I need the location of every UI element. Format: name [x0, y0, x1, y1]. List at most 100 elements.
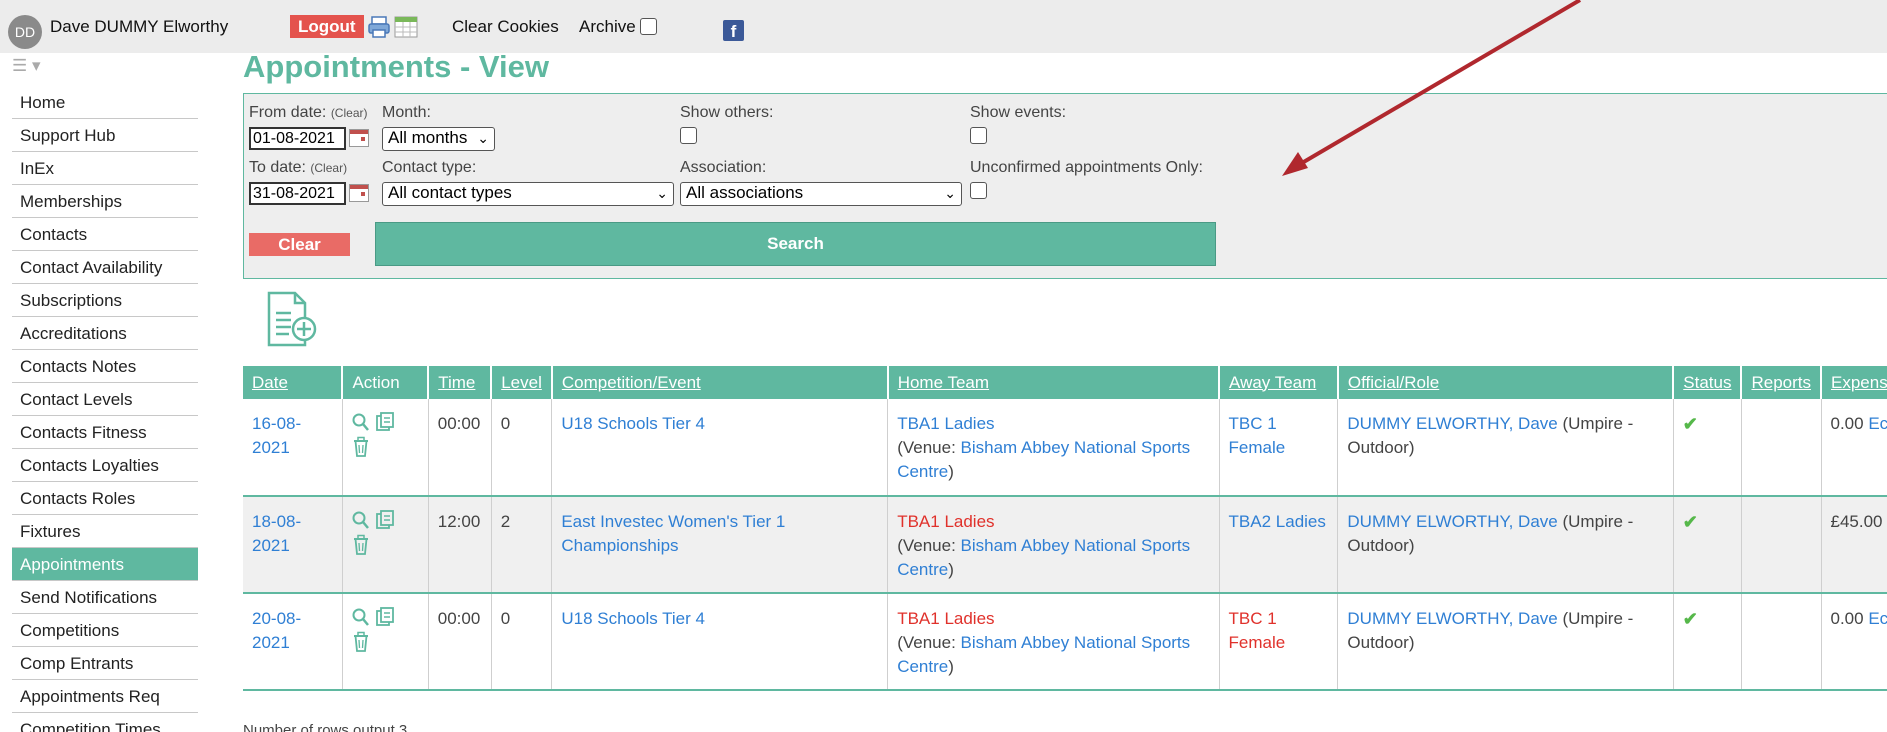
sidebar-item-fixtures[interactable]: Fixtures	[12, 515, 198, 548]
archive-checkbox[interactable]	[640, 18, 657, 35]
view-icon[interactable]	[352, 412, 370, 432]
home-team-link[interactable]: TBA1 Ladies	[897, 512, 994, 531]
facebook-icon[interactable]: f	[723, 20, 744, 41]
sidebar-item-competition-times[interactable]: Competition Times	[12, 713, 198, 732]
sidebar-item-inex[interactable]: InEx	[12, 152, 198, 185]
competition-link[interactable]: U18 Schools Tier 4	[561, 414, 705, 433]
home-team-link[interactable]: TBA1 Ladies	[897, 414, 994, 433]
role-text: Outdoor)	[1347, 438, 1415, 457]
sidebar-item-home[interactable]: Home	[12, 86, 198, 119]
delete-icon[interactable]	[352, 436, 370, 458]
date-link[interactable]: 2021	[252, 633, 290, 652]
sidebar-item-support-hub[interactable]: Support Hub	[12, 119, 198, 152]
show-events-checkbox[interactable]	[970, 127, 987, 144]
unconfirmed-checkbox[interactable]	[970, 182, 987, 199]
sidebar-item-contacts-roles[interactable]: Contacts Roles	[12, 482, 198, 515]
from-date-calendar-icon[interactable]	[349, 129, 369, 147]
date-link[interactable]: 2021	[252, 536, 290, 555]
sidebar-item-send-notifications[interactable]: Send Notifications	[12, 581, 198, 614]
to-date-calendar-icon[interactable]	[349, 184, 369, 202]
view-icon[interactable]	[352, 510, 370, 530]
clear-button[interactable]: Clear	[249, 233, 350, 256]
away-team-link[interactable]: Female	[1229, 438, 1286, 457]
sidebar-item-subscriptions[interactable]: Subscriptions	[12, 284, 198, 317]
date-link[interactable]: 2021	[252, 438, 290, 457]
sidebar-item-contacts-fitness[interactable]: Contacts Fitness	[12, 416, 198, 449]
header-level[interactable]: Level	[491, 366, 553, 399]
venue-link[interactable]: Bisham Abbey National Sports	[961, 438, 1191, 457]
from-date-input[interactable]: 01-08-2021	[249, 127, 346, 150]
competition-link[interactable]: East Investec Women's Tier 1	[561, 512, 785, 531]
spreadsheet-export-icon[interactable]	[393, 15, 419, 39]
date-link[interactable]: 20-08-	[252, 609, 301, 628]
sidebar-item-appointments[interactable]: Appointments	[12, 548, 198, 581]
association-select[interactable]: All associations ⌄	[680, 182, 962, 206]
date-link[interactable]: 16-08-	[252, 414, 301, 433]
print-icon[interactable]	[367, 15, 391, 39]
avatar[interactable]: DD	[8, 15, 42, 49]
expenses-link[interactable]: Ec	[1868, 609, 1887, 628]
sidebar-item-contact-levels[interactable]: Contact Levels	[12, 383, 198, 416]
sidebar-item-contacts-notes[interactable]: Contacts Notes	[12, 350, 198, 383]
competition-link[interactable]: U18 Schools Tier 4	[561, 609, 705, 628]
header-date[interactable]: Date	[243, 366, 344, 399]
logout-button[interactable]: Logout	[290, 15, 364, 38]
away-team-link[interactable]: TBC 1	[1229, 609, 1277, 628]
edit-icon[interactable]	[375, 607, 395, 627]
official-link[interactable]: DUMMY ELWORTHY, Dave	[1347, 512, 1557, 531]
official-link[interactable]: DUMMY ELWORTHY, Dave	[1347, 609, 1557, 628]
venue-link[interactable]: Bisham Abbey National Sports	[961, 536, 1191, 555]
header-official-role[interactable]: Official/Role	[1337, 366, 1675, 399]
edit-icon[interactable]	[375, 510, 395, 530]
header-home-team[interactable]: Home Team	[887, 366, 1221, 399]
show-others-checkbox[interactable]	[680, 127, 697, 144]
to-date-clear-link[interactable]: (Clear)	[310, 161, 347, 175]
search-button[interactable]: Search	[375, 222, 1216, 266]
header-time[interactable]: Time	[428, 366, 493, 399]
from-date-clear-link[interactable]: (Clear)	[331, 106, 368, 120]
date-cell[interactable]: 16-08- 2021	[243, 399, 343, 497]
contact-type-select-value: All contact types	[388, 183, 512, 202]
to-date-input[interactable]: 31-08-2021	[249, 182, 346, 205]
away-team-link[interactable]: Female	[1229, 633, 1286, 652]
expenses-value: £45.00	[1830, 512, 1883, 531]
date-cell[interactable]: 20-08- 2021	[243, 593, 343, 691]
sidebar-item-contacts-loyalties[interactable]: Contacts Loyalties	[12, 449, 198, 482]
contact-type-select[interactable]: All contact types ⌄	[382, 182, 674, 206]
delete-icon[interactable]	[352, 631, 370, 653]
sidebar-item-competitions[interactable]: Competitions	[12, 614, 198, 647]
away-team-link[interactable]: TBA2 Ladies	[1229, 512, 1326, 531]
venue-link[interactable]: Centre	[897, 560, 948, 579]
header-expenses[interactable]: Expens	[1821, 366, 1887, 399]
home-team-cell: TBA1 Ladies (Venue: Bisham Abbey Nationa…	[887, 496, 1220, 594]
sidebar-item-contact-availability[interactable]: Contact Availability	[12, 251, 198, 284]
away-team-link[interactable]: TBC 1	[1229, 414, 1277, 433]
header-status[interactable]: Status	[1673, 366, 1743, 399]
header-competition[interactable]: Competition/Event	[551, 366, 889, 399]
venue-link[interactable]: Centre	[897, 657, 948, 676]
sidebar-item-comp-entrants[interactable]: Comp Entrants	[12, 647, 198, 680]
venue-prefix: (Venue:	[897, 438, 961, 457]
level-cell: 0	[491, 593, 553, 691]
edit-icon[interactable]	[375, 412, 395, 432]
header-reports[interactable]: Reports	[1741, 366, 1822, 399]
official-link[interactable]: DUMMY ELWORTHY, Dave	[1347, 414, 1557, 433]
venue-link[interactable]: Centre	[897, 462, 948, 481]
sidebar-item-appointments-req[interactable]: Appointments Req	[12, 680, 198, 713]
home-team-link[interactable]: TBA1 Ladies	[897, 609, 994, 628]
month-select[interactable]: All months ⌄	[382, 127, 495, 151]
venue-link[interactable]: Bisham Abbey National Sports	[961, 633, 1191, 652]
header-away-team[interactable]: Away Team	[1219, 366, 1339, 399]
sidebar-item-memberships[interactable]: Memberships	[12, 185, 198, 218]
date-cell[interactable]: 18-08- 2021	[243, 496, 343, 594]
date-link[interactable]: 18-08-	[252, 512, 301, 531]
expenses-link[interactable]: Ec	[1868, 414, 1887, 433]
clear-cookies-link[interactable]: Clear Cookies	[452, 17, 559, 37]
add-document-icon[interactable]	[259, 289, 321, 351]
delete-icon[interactable]	[352, 534, 370, 556]
sidebar-item-contacts[interactable]: Contacts	[12, 218, 198, 251]
menu-toggle-icon[interactable]: ☰ ▾	[12, 56, 41, 76]
sidebar-item-accreditations[interactable]: Accreditations	[12, 317, 198, 350]
competition-link[interactable]: Championships	[561, 536, 678, 555]
view-icon[interactable]	[352, 607, 370, 627]
